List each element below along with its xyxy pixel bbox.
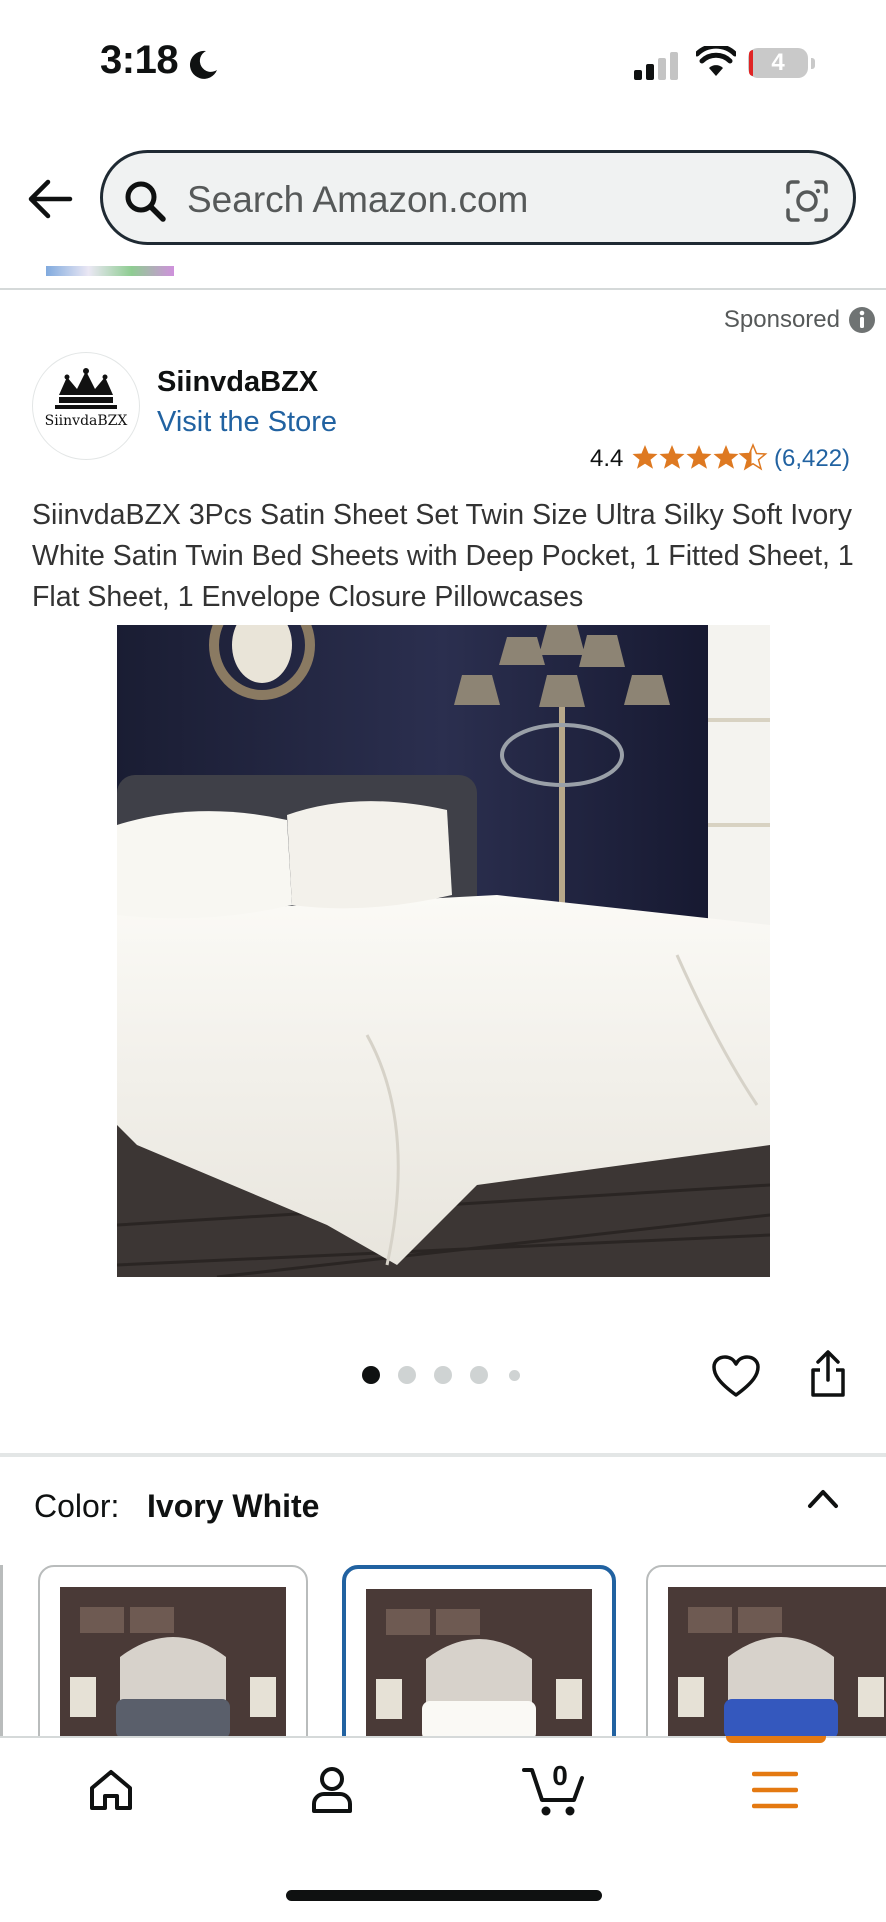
visit-store-link[interactable]: Visit the Store xyxy=(157,406,337,439)
star-icon xyxy=(632,443,768,471)
pager-dot[interactable] xyxy=(398,1366,416,1384)
battery-indicator: 4 xyxy=(748,48,808,78)
chevron-up-icon[interactable] xyxy=(806,1486,840,1510)
previous-item-thumbnail-strip xyxy=(46,266,174,276)
brand-name[interactable]: SiinvdaBZX xyxy=(157,366,318,399)
crown-icon xyxy=(55,368,117,409)
color-label: Color: xyxy=(34,1488,120,1524)
wifi-icon xyxy=(696,46,736,76)
battery-cap xyxy=(811,58,815,69)
home-indicator xyxy=(286,1890,602,1901)
pager-dot-active[interactable] xyxy=(362,1366,380,1384)
battery-low-marker xyxy=(749,50,753,76)
info-icon[interactable] xyxy=(848,306,876,334)
product-image[interactable] xyxy=(117,625,770,1277)
pager-dot[interactable] xyxy=(470,1366,488,1384)
menu-icon[interactable] xyxy=(752,1770,798,1810)
divider xyxy=(0,288,886,290)
user-icon[interactable] xyxy=(310,1766,354,1814)
product-title: SiinvdaBZX 3Pcs Satin Sheet Set Twin Siz… xyxy=(32,499,854,613)
rating-value: 4.4 xyxy=(590,445,624,472)
home-icon[interactable] xyxy=(88,1768,134,1812)
search-bar[interactable] xyxy=(100,150,856,245)
moon-icon xyxy=(189,50,217,79)
camera-icon[interactable] xyxy=(785,179,829,223)
back-arrow-icon[interactable] xyxy=(26,178,74,220)
color-value: Ivory White xyxy=(147,1488,320,1524)
signal-icon xyxy=(634,52,678,80)
rating-count-link[interactable]: (6,422) xyxy=(774,445,850,473)
section-divider xyxy=(0,1453,886,1457)
swatch-edge xyxy=(0,1565,3,1765)
pager-dot[interactable] xyxy=(509,1370,520,1381)
status-time: 3:18 xyxy=(100,38,179,82)
search-input[interactable] xyxy=(185,175,749,225)
brand-logo-text: SiinvdaBZX xyxy=(44,413,128,429)
pager-dot[interactable] xyxy=(434,1366,452,1384)
brand-logo[interactable]: SiinvdaBZX xyxy=(32,352,140,460)
star-rating[interactable] xyxy=(632,443,768,471)
sponsored-label: Sponsored xyxy=(723,306,840,333)
heart-icon[interactable] xyxy=(712,1355,760,1399)
share-icon[interactable] xyxy=(808,1350,848,1398)
active-tab-indicator xyxy=(726,1736,826,1743)
search-icon[interactable] xyxy=(123,179,167,223)
cart-count[interactable]: 0 xyxy=(548,1760,572,1792)
